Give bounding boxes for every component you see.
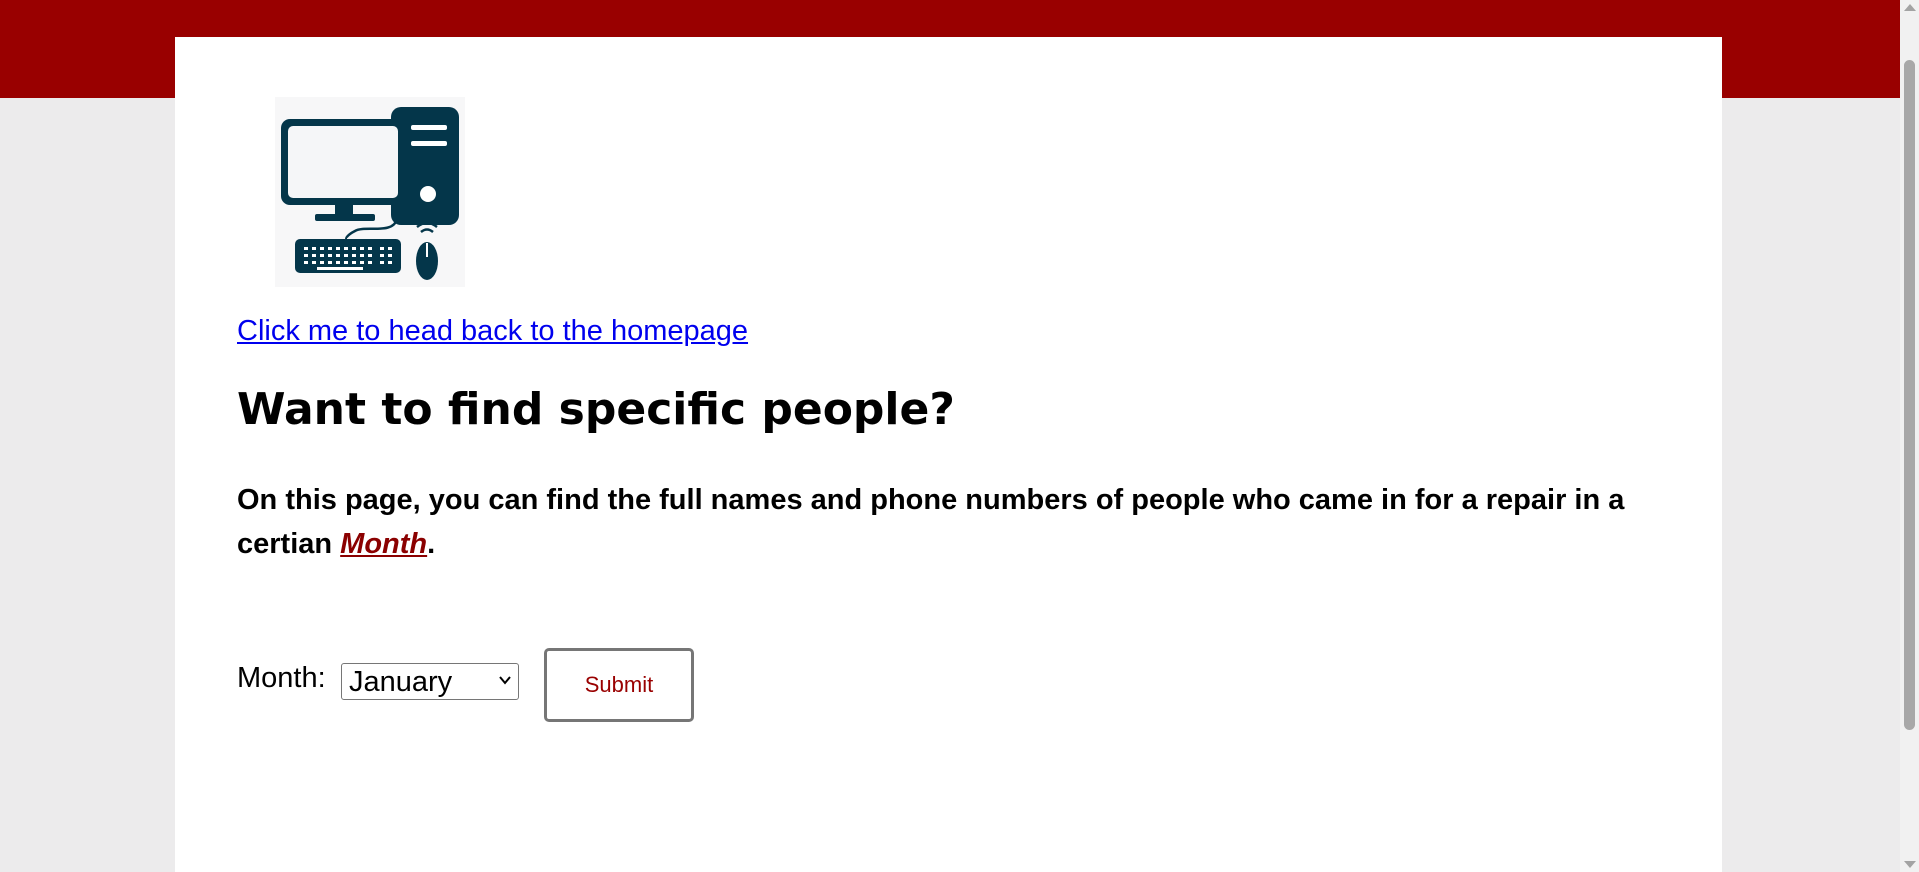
month-select[interactable]: January xyxy=(341,663,519,700)
chevron-down-icon xyxy=(499,676,511,685)
vertical-scrollbar[interactable] xyxy=(1900,0,1919,872)
page-title: Want to find specific people? xyxy=(237,384,955,435)
description-period: . xyxy=(427,528,436,560)
submit-button[interactable]: Submit xyxy=(544,648,694,722)
scroll-up-arrow-icon[interactable] xyxy=(1904,4,1916,11)
scroll-down-arrow-icon[interactable] xyxy=(1904,861,1916,868)
content-panel: Click me to head back to the homepage Wa… xyxy=(175,37,1722,872)
desktop-computer-icon xyxy=(275,97,465,287)
page-description: On this page, you can find the full name… xyxy=(237,478,1637,566)
month-select-value: January xyxy=(349,666,453,698)
month-emphasis: Month xyxy=(340,528,428,560)
scrollbar-thumb[interactable] xyxy=(1904,60,1915,730)
description-text: On this page, you can find the full name… xyxy=(237,484,1625,560)
month-label: Month: xyxy=(237,662,326,694)
home-link[interactable]: Click me to head back to the homepage xyxy=(237,315,748,348)
